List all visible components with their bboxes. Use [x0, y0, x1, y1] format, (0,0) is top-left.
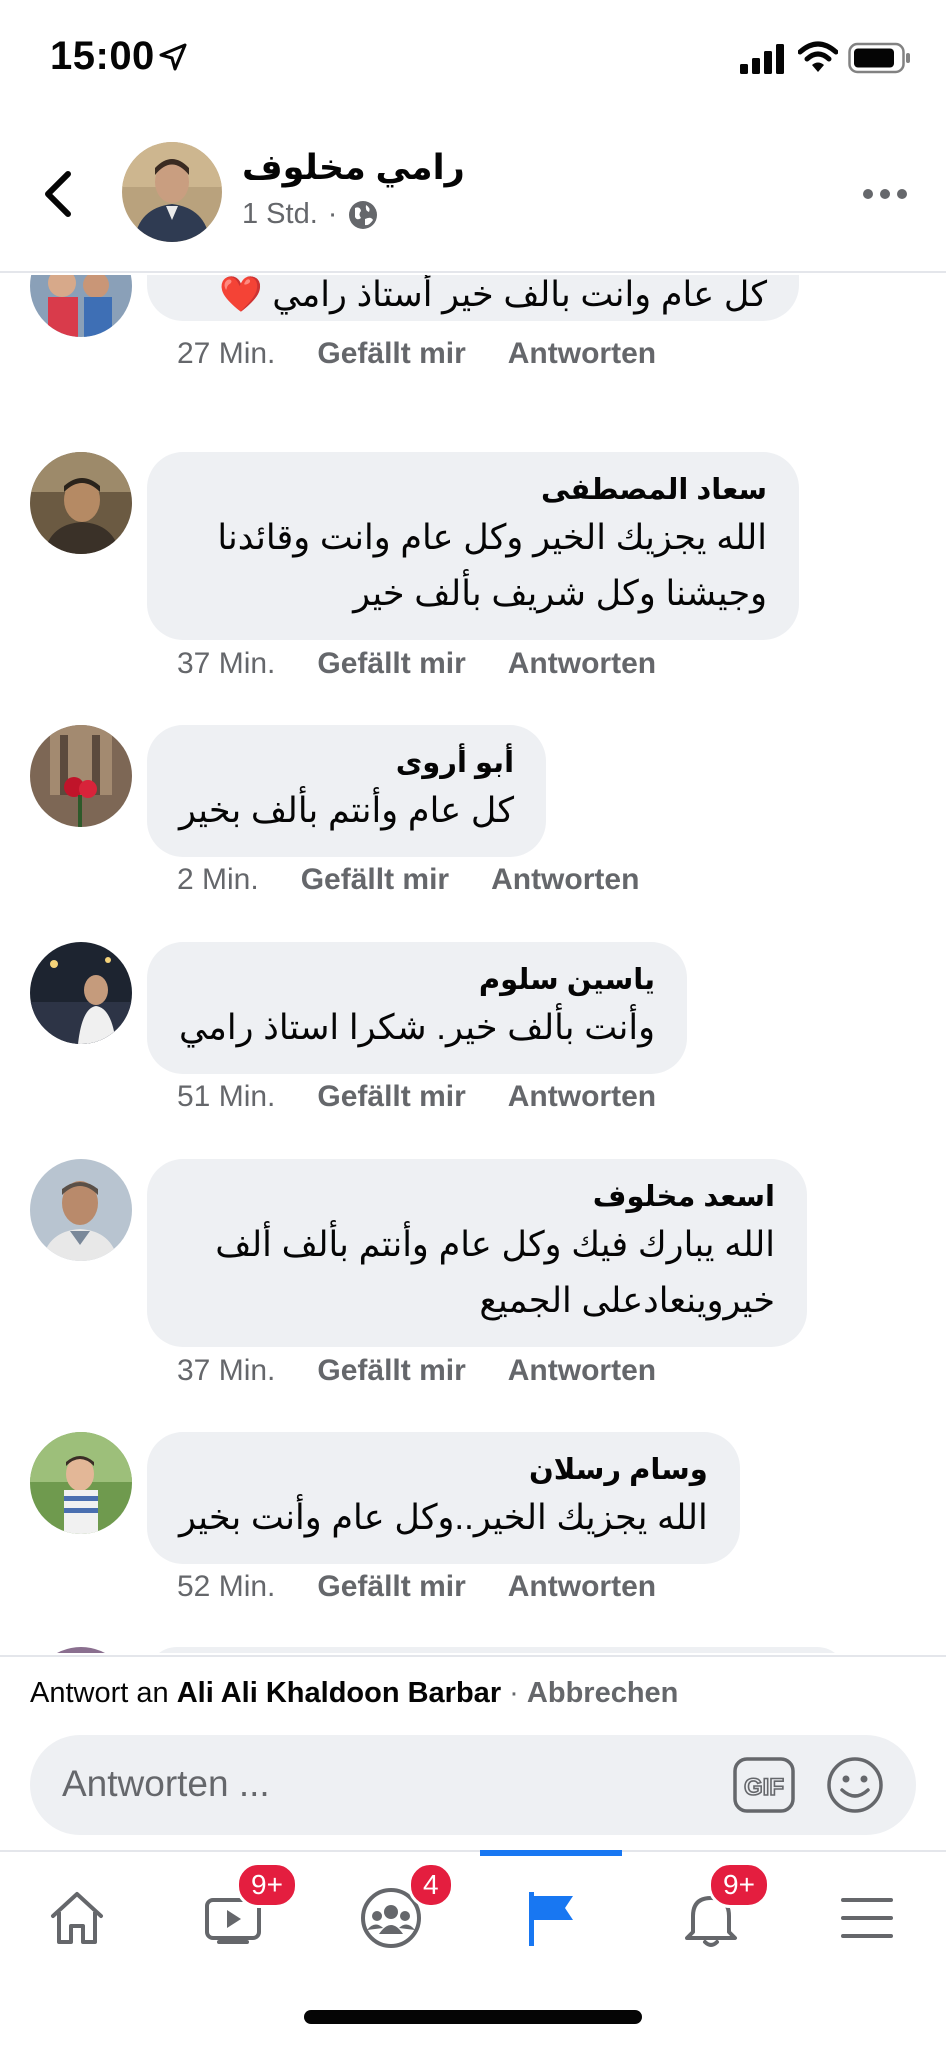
back-arrow-icon[interactable] — [42, 170, 74, 218]
reply-separator: · — [509, 1677, 519, 1709]
comment-time: 37 Min. — [177, 1354, 276, 1387]
commenter-avatar[interactable] — [30, 1432, 132, 1534]
reply-link[interactable]: Antworten — [508, 1570, 656, 1604]
comment-bubble[interactable]: اسعد مخلوف الله يبارك فيك وكل عام وأنتم … — [147, 1159, 807, 1347]
notifications-badge: 9+ — [708, 1862, 770, 1908]
comment-text: الله يبارك فيك وكل عام وأنتم بألف ألف خي… — [215, 1225, 775, 1320]
commenter-avatar[interactable] — [30, 452, 132, 554]
commenter-name[interactable]: ياسين سلوم — [179, 960, 655, 1000]
tab-notifications[interactable]: 9+ — [646, 1852, 776, 1972]
home-icon — [51, 1892, 103, 1944]
location-arrow-icon — [159, 43, 187, 71]
status-bar: 15:00 — [0, 0, 946, 118]
comment-bubble[interactable]: ياسين سلوم وأنت بألف خير. شكرا استاذ رام… — [147, 942, 687, 1074]
comment-time: 51 Min. — [177, 1080, 276, 1113]
comment-time: 27 Min. — [177, 337, 276, 370]
globe-icon — [349, 200, 378, 229]
reply-input[interactable]: Antworten ... GIF — [30, 1735, 916, 1835]
commenter-avatar[interactable] — [30, 1647, 132, 1653]
signal-icon — [740, 44, 784, 74]
commenter-name[interactable]: سعاد المصطفى — [179, 470, 767, 510]
commenter-name[interactable]: أبو أروى — [179, 743, 514, 783]
groups-badge: 4 — [408, 1862, 454, 1908]
like-link[interactable]: Gefällt mir — [317, 337, 465, 371]
like-link[interactable]: Gefällt mir — [317, 1080, 465, 1114]
cancel-reply-link[interactable]: Abbrechen — [527, 1677, 678, 1709]
wifi-icon — [798, 41, 838, 72]
comment-actions: 51 Min. Gefällt mir Antworten — [177, 1080, 656, 1114]
author-name[interactable]: رامي مخلوف — [242, 148, 465, 188]
comment-text: كل عام وأنتم بألف بخير — [179, 791, 515, 830]
reply-link[interactable]: Antworten — [491, 863, 639, 897]
flag-icon — [529, 1892, 573, 1946]
comment-text: كل عام وانت بالف خير أستاذ رامي ❤️ — [219, 275, 767, 314]
reply-input-placeholder[interactable]: Antworten ... — [62, 1763, 270, 1805]
tab-watch[interactable]: 9+ — [168, 1852, 298, 1972]
commenter-name[interactable]: اسعد مخلوف — [179, 1177, 775, 1217]
commenter-avatar[interactable] — [30, 1159, 132, 1261]
comments-list[interactable]: كل عام وانت بالف خير أستاذ رامي ❤️ 27 Mi… — [0, 275, 946, 1653]
reply-prefix: Antwort an — [30, 1677, 169, 1709]
like-link[interactable]: Gefällt mir — [317, 1354, 465, 1388]
emoji-icon[interactable] — [825, 1755, 885, 1815]
commenter-name[interactable]: وسام رسلان — [179, 1450, 708, 1490]
comment-text: وأنت بألف خير. شكرا استاذ رامي — [179, 1008, 655, 1047]
comment-text: الله يجزيك الخير..وكل عام وأنت بخير — [179, 1498, 708, 1537]
comment-bubble[interactable]: أبو أروى كل عام وأنتم بألف بخير — [147, 725, 547, 857]
tab-home[interactable] — [12, 1852, 142, 1972]
post-header: رامي مخلوف 1 Std. · — [0, 118, 946, 273]
comment-bubble[interactable]: كل عام وانت بالف خير أستاذ رامي ❤️ — [147, 275, 799, 321]
gif-icon[interactable]: GIF — [733, 1757, 795, 1813]
commenter-avatar[interactable] — [30, 275, 132, 337]
status-time: 15:00 — [50, 34, 155, 78]
reply-link[interactable]: Antworten — [508, 1354, 656, 1388]
reply-target-name[interactable]: Ali Ali Khaldoon Barbar — [177, 1677, 501, 1709]
tab-pages[interactable] — [486, 1852, 616, 1972]
comment-actions: 27 Min. Gefällt mir Antworten — [177, 337, 656, 371]
comment-actions: 37 Min. Gefällt mir Antworten — [177, 647, 656, 681]
comment-actions: 52 Min. Gefällt mir Antworten — [177, 1570, 656, 1604]
comment-bubble[interactable] — [147, 1647, 847, 1653]
post-meta: 1 Std. · — [242, 198, 379, 231]
tab-groups[interactable]: 4 — [326, 1852, 456, 1972]
reply-link[interactable]: Antworten — [508, 1080, 656, 1114]
battery-icon — [848, 42, 910, 74]
reply-context: Antwort an Ali Ali Khaldoon Barbar · Abb… — [0, 1655, 946, 1729]
like-link[interactable]: Gefällt mir — [317, 1570, 465, 1604]
menu-icon — [841, 1898, 893, 1938]
comment-time: 52 Min. — [177, 1570, 276, 1603]
comment-time: 37 Min. — [177, 647, 276, 680]
author-avatar[interactable] — [122, 142, 222, 242]
like-link[interactable]: Gefällt mir — [317, 647, 465, 681]
tab-menu[interactable] — [802, 1852, 932, 1972]
more-options-icon[interactable] — [862, 184, 908, 204]
post-time: 1 Std. — [242, 198, 318, 230]
comment-time: 2 Min. — [177, 863, 259, 896]
comment-actions: 2 Min. Gefällt mir Antworten — [177, 863, 639, 897]
comment-bubble[interactable]: سعاد المصطفى الله يجزيك الخير وكل عام وا… — [147, 452, 799, 640]
meta-separator: · — [327, 198, 338, 230]
reply-link[interactable]: Antworten — [508, 647, 656, 681]
gif-label: GIF — [744, 1774, 784, 1801]
comment-text: الله يجزيك الخير وكل عام وانت وقائدنا وج… — [217, 518, 767, 613]
watch-badge: 9+ — [236, 1862, 298, 1908]
commenter-avatar[interactable] — [30, 725, 132, 827]
like-link[interactable]: Gefällt mir — [301, 863, 449, 897]
home-indicator[interactable] — [304, 2010, 642, 2024]
comment-bubble[interactable]: وسام رسلان الله يجزيك الخير..وكل عام وأن… — [147, 1432, 740, 1564]
comment-actions: 37 Min. Gefällt mir Antworten — [177, 1354, 656, 1388]
reply-link[interactable]: Antworten — [508, 337, 656, 371]
commenter-avatar[interactable] — [30, 942, 132, 1044]
